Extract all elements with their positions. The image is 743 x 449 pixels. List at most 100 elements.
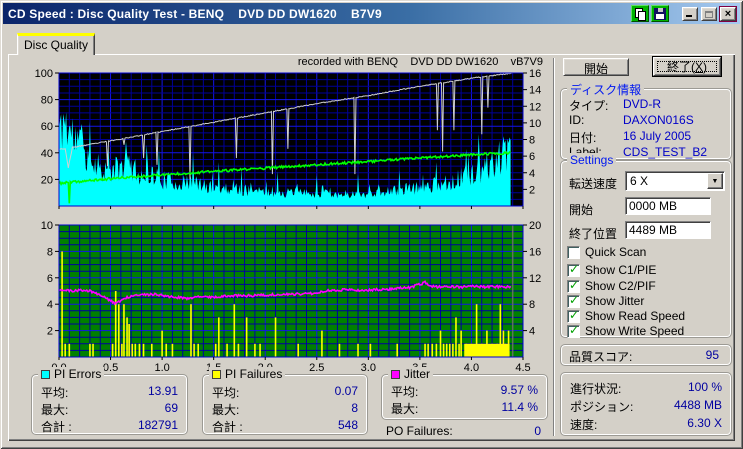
pi-errors-legend: PI Errors (38, 367, 105, 381)
bar (68, 343, 71, 357)
show-c1pie-checkbox[interactable]: ✓ (567, 262, 580, 277)
jitter-avg-value: 9.57 % (500, 383, 538, 397)
disc-date-label: 日付: (569, 131, 597, 145)
pi-failures-jitter-chart: 0.00.51.01.52.02.53.03.54.04.52468104812… (41, 220, 542, 372)
axis-tick-label: 10 (529, 118, 541, 130)
show-read-speed-label: Show Read Speed (585, 309, 686, 323)
start-button[interactable]: 開始 (563, 58, 629, 76)
window-title: CD Speed : Disc Quality Test - BENQ DVD … (8, 6, 382, 21)
disc-info-group: ディスク情報 タイプ: DVD-R ID: DAXON016S 日付: 16 J… (560, 81, 732, 160)
copy-icon[interactable] (631, 5, 649, 22)
bar (171, 343, 174, 357)
minimize-button[interactable] (682, 6, 698, 21)
show-read-speed-checkbox[interactable]: ✓ (567, 308, 580, 323)
exit-button-face[interactable]: 終了(X) (653, 57, 721, 76)
disc-id-value: DAXON016S (623, 113, 694, 127)
bar (357, 343, 359, 357)
tab-disc-quality[interactable]: Disc Quality (17, 33, 95, 55)
minimize-icon (686, 14, 692, 17)
tab-page: recorded with BENQ DVD DD DW1620 vB7V9 0… (8, 54, 735, 441)
pif-max-label: 最大: (212, 403, 240, 417)
position-label: ポジション: (570, 400, 634, 414)
bar (89, 343, 91, 357)
pi-errors-statbox: PI Errors 平均: 13.91 最大: 69 合計 : 182791 (31, 367, 188, 435)
jitter-max-label: 最大: (391, 402, 419, 416)
maximize-icon (705, 10, 713, 18)
bar (424, 343, 426, 357)
exit-button[interactable]: 終了(X) (652, 56, 722, 77)
show-jitter-label: Show Jitter (585, 294, 645, 308)
bar (321, 330, 323, 357)
end-position-label: 終了位置 (569, 227, 618, 241)
bar (138, 343, 141, 357)
bar (297, 343, 300, 357)
show-c1pie-row: ✓ Show C1/PIE (567, 262, 657, 277)
disc-label-value: CDS_TEST_B2 (623, 145, 708, 159)
axis-tick-label: 12 (529, 101, 541, 113)
bar (151, 343, 153, 357)
pi-errors-title: PI Errors (54, 367, 102, 381)
axis-tick-label: 20 (41, 174, 53, 186)
title-bar[interactable]: CD Speed : Disc Quality Test - BENQ DVD … (3, 3, 740, 24)
axis-tick-label: 4.5 (515, 362, 530, 372)
pie-avg-label: 平均: (41, 386, 69, 400)
bar-band (464, 343, 510, 357)
speed-select-value: 6 X (630, 174, 649, 188)
bar (442, 343, 445, 357)
bar (259, 343, 261, 357)
bar (254, 343, 256, 357)
bar (427, 343, 429, 357)
quality-score-value: 95 (705, 348, 719, 362)
jitter-color-swatch (391, 369, 400, 379)
pif-avg-value: 0.07 (334, 384, 358, 398)
speed-select-dropdown-icon[interactable]: ▼ (707, 173, 723, 189)
quick-scan-checkbox[interactable]: ✓ (567, 245, 580, 259)
axis-tick-label: 20 (529, 220, 541, 232)
bar (448, 343, 451, 357)
bar (128, 324, 130, 357)
bar (92, 343, 94, 357)
start-position-label: 開始 (569, 203, 594, 217)
axis-tick-label: 80 (41, 95, 53, 107)
speed-select[interactable]: 6 X ▼ (625, 171, 725, 191)
pif-max-value: 8 (351, 401, 358, 415)
bar (274, 317, 277, 357)
axis-tick-label: 8 (529, 299, 535, 311)
close-button[interactable]: × (719, 5, 737, 22)
axis-tick-label: 2 (47, 326, 53, 338)
show-jitter-checkbox[interactable]: ✓ (567, 293, 580, 308)
show-c1pie-label: Show C1/PIE (585, 263, 657, 277)
disc-id-label: ID: (569, 113, 585, 127)
axis-tick-label: 6 (47, 273, 53, 285)
show-c2pif-checkbox[interactable]: ✓ (567, 278, 580, 293)
po-failures-value: 0 (534, 424, 541, 438)
axis-tick-label: 100 (35, 68, 53, 80)
pi-failures-color-swatch (212, 369, 221, 379)
start-position-input[interactable] (625, 197, 711, 215)
pif-total-value: 548 (337, 418, 358, 432)
pi-failures-title: PI Failures (225, 367, 283, 381)
bar (197, 343, 199, 357)
pi-errors-speed-chart: 0.00.51.01.52.02.53.03.54.04.52040608010… (35, 68, 541, 209)
pie-avg-value: 13.91 (147, 384, 178, 398)
settings-group: Settings 転送速度 6 X ▼ 開始 終了位置 ✓ Quick Scan… (560, 153, 732, 338)
jitter-max-value: 11.4 % (501, 400, 538, 414)
axis-tick-label: 4 (47, 299, 53, 311)
bar (118, 304, 120, 357)
end-position-input[interactable] (625, 221, 711, 239)
axis-tick-label: 12 (529, 273, 541, 285)
maximize-button[interactable] (701, 6, 717, 21)
axis-tick-label: 8 (529, 135, 535, 147)
progress-value: 100 % (687, 380, 722, 394)
bar (190, 304, 192, 357)
pif-avg-label: 平均: (212, 386, 240, 400)
bar (455, 317, 457, 357)
jitter-title: Jitter (404, 367, 431, 381)
bar (439, 330, 442, 357)
disc-date-value: 16 July 2005 (623, 129, 692, 143)
show-read-speed-row: ✓ Show Read Speed (567, 308, 686, 323)
save-icon[interactable] (651, 5, 669, 22)
show-write-speed-checkbox[interactable]: ✓ (567, 323, 580, 338)
settings-title: Settings (567, 153, 617, 167)
bar (111, 343, 114, 357)
